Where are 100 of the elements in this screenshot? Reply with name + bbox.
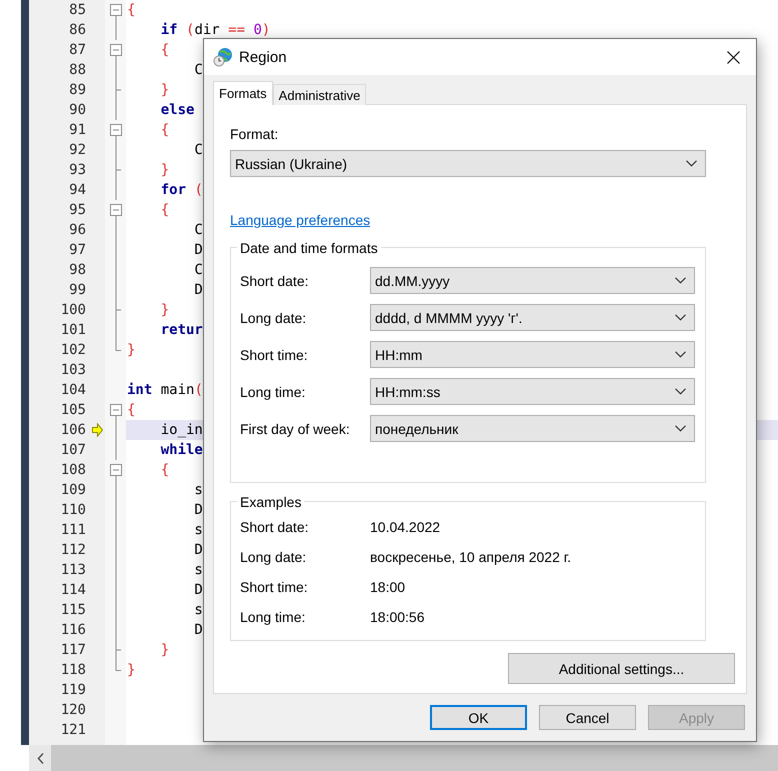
code-line: for ( — [160, 181, 203, 200]
format-dropdown[interactable]: dddd, d MMMM yyyy 'г'. — [370, 304, 695, 331]
line-number: 90 — [68, 101, 86, 120]
code-line: } — [160, 161, 170, 180]
format-dropdown[interactable]: dd.MM.yyyy — [370, 267, 695, 294]
code-line: D — [193, 281, 203, 300]
fold-line — [115, 140, 117, 160]
field-label: Long date: — [240, 310, 308, 326]
line-number: 87 — [68, 41, 86, 60]
field-label: Long time: — [240, 384, 306, 400]
globe-clock-icon — [213, 47, 233, 67]
line-number: 118 — [60, 661, 86, 680]
line-number: 111 — [60, 521, 86, 540]
tab[interactable]: Formats — [213, 81, 273, 105]
code-line: else — [160, 101, 194, 120]
format-dropdown[interactable]: HH:mm — [370, 341, 695, 368]
dialog-button[interactable]: Cancel — [539, 705, 636, 730]
line-number: 120 — [60, 701, 86, 720]
line-number: 96 — [68, 221, 86, 240]
line-number: 105 — [60, 401, 86, 420]
line-number: 104 — [60, 381, 86, 400]
code-line: { — [127, 1, 136, 20]
code-line: int main( — [127, 381, 203, 400]
code-line: s — [193, 481, 203, 500]
code-line: s — [193, 561, 203, 580]
code-line: { — [160, 461, 170, 480]
example-label: Short time: — [240, 579, 309, 595]
chevron-down-icon — [675, 277, 686, 284]
code-line: D — [193, 621, 203, 640]
line-number: 119 — [60, 681, 86, 700]
chevron-down-icon — [675, 314, 686, 321]
code-line: D — [193, 541, 203, 560]
code-line: s — [193, 601, 203, 620]
format-dropdown[interactable]: HH:mm:ss — [370, 378, 695, 405]
code-line: C — [193, 61, 203, 80]
format-dropdown[interactable]: Russian (Ukraine) — [230, 150, 706, 177]
field-label: First day of week: — [240, 420, 351, 436]
code-line: } — [127, 341, 136, 360]
line-number: 115 — [60, 601, 86, 620]
example-label: Short date: — [240, 519, 310, 535]
line-number: 108 — [60, 461, 86, 480]
code-line: { — [160, 41, 170, 60]
line-number: 101 — [60, 321, 86, 340]
line-number: 103 — [60, 361, 86, 380]
fold-line — [115, 180, 117, 200]
code-line: { — [160, 121, 170, 140]
dialog-button[interactable]: OK — [430, 705, 527, 730]
chevron-down-icon — [686, 160, 697, 167]
code-line: C — [193, 221, 203, 240]
horizontal-scrollbar[interactable] — [29, 745, 778, 771]
fold-line — [115, 320, 117, 340]
code-line: D — [193, 581, 203, 600]
line-number: 102 — [60, 341, 86, 360]
line-number: 86 — [68, 21, 86, 40]
line-number: 93 — [68, 161, 86, 180]
chevron-down-icon — [675, 388, 686, 395]
chevron-left-icon — [36, 752, 44, 764]
example-value: воскресенье, 10 апреля 2022 г. — [370, 549, 572, 565]
line-number: 112 — [60, 541, 86, 560]
window-title: Region — [239, 48, 288, 66]
code-line: } — [160, 81, 170, 100]
language-preferences-link[interactable]: Language preferences — [230, 212, 370, 228]
code-line: io_in — [160, 421, 203, 440]
fold-end-line — [115, 80, 121, 100]
tab[interactable]: Administrative — [272, 84, 366, 105]
format-label: Format: — [230, 125, 278, 143]
code-line: D — [193, 501, 203, 520]
chevron-down-icon — [675, 425, 686, 432]
line-number: 117 — [60, 641, 86, 660]
fold-end-line — [115, 300, 121, 320]
line-number: 85 — [68, 1, 86, 20]
line-number: 97 — [68, 241, 86, 260]
code-line: { — [160, 201, 170, 220]
line-number: 106 — [60, 421, 86, 440]
example-value: 18:00 — [370, 579, 406, 595]
fold-end-line — [115, 340, 121, 351]
line-number: 91 — [68, 121, 86, 140]
format-dropdown[interactable]: понедельник — [370, 415, 695, 442]
line-number: 92 — [68, 141, 86, 160]
line-number: 109 — [60, 481, 86, 500]
line-number: 98 — [68, 261, 86, 280]
code-line: { — [127, 401, 136, 420]
line-number: 94 — [68, 181, 86, 200]
example-value: 10.04.2022 — [370, 519, 440, 535]
fold-line — [115, 20, 117, 40]
field-label: Short date: — [240, 272, 310, 288]
line-number: 116 — [60, 621, 86, 640]
code-line: C — [193, 141, 203, 160]
code-line: while — [160, 441, 203, 460]
fold-line — [115, 60, 117, 80]
additional-settings-button[interactable]: Additional settings... — [508, 653, 735, 684]
code-line: s — [193, 521, 203, 540]
line-number: 100 — [60, 301, 86, 320]
code-line: } — [127, 661, 136, 680]
example-value: 18:00:56 — [370, 609, 424, 625]
line-number: 114 — [60, 581, 86, 600]
code-line: C — [193, 261, 203, 280]
scroll-left-button[interactable] — [29, 745, 51, 771]
code-line: D — [193, 241, 203, 260]
line-number: 88 — [68, 61, 86, 80]
